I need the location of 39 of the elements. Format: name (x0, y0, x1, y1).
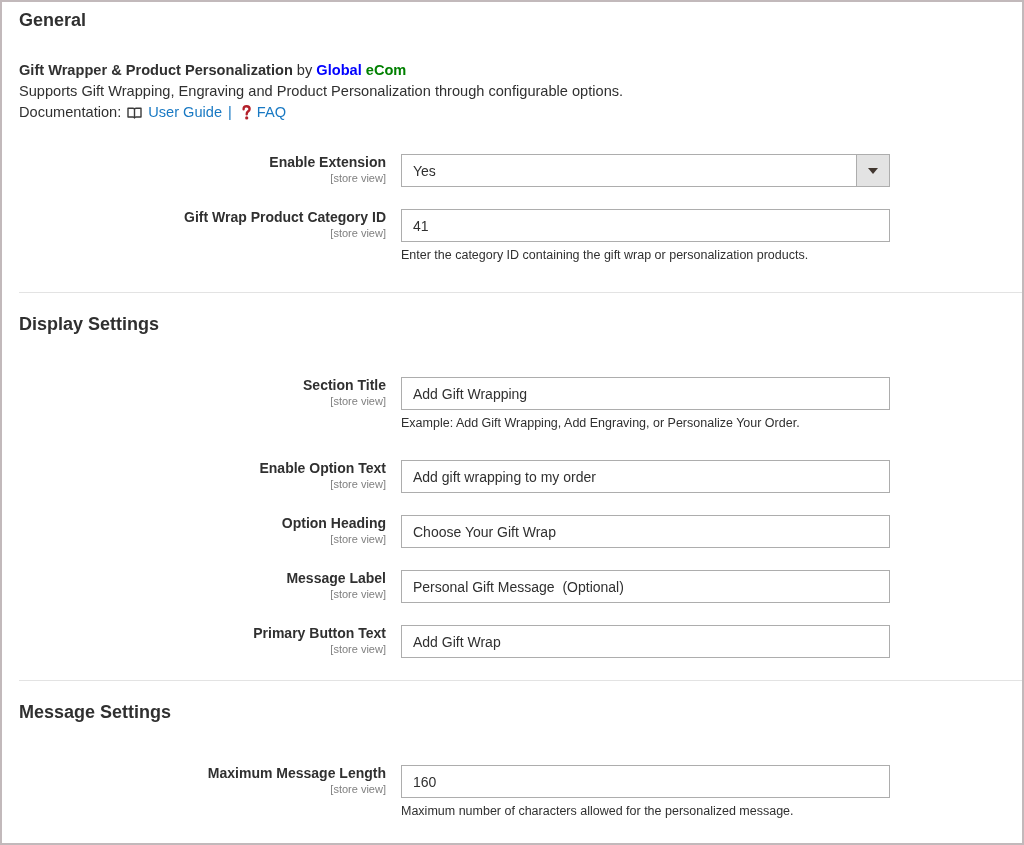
text-input[interactable]: 160 (401, 765, 890, 798)
text-input[interactable]: Add gift wrapping to my order (401, 460, 890, 493)
text-input[interactable]: 41 (401, 209, 890, 242)
extension-credit: Gift Wrapper & Product Personalization by Global eCom (19, 61, 407, 80)
field-label: Maximum Message Length (207, 765, 386, 782)
text-input[interactable]: Choose Your Gift Wrap (401, 515, 890, 548)
extension-description: Supports Gift Wrapping, Engraving and Product Personalization through configurable options. (19, 82, 624, 101)
help-text: Maximum number of characters allowed for the personalized message. (401, 804, 794, 818)
help-text: Example: Add Gift Wrapping, Add Engraving, or Personalize Your Order. (401, 416, 800, 430)
field-label: Gift Wrap Product Category ID (184, 209, 386, 226)
scope-label: [store view] (330, 643, 386, 656)
text-input[interactable]: Add Gift Wrap (401, 625, 890, 658)
documentation-label: Documentation: (19, 103, 122, 122)
scope-label: [store view] (330, 478, 386, 491)
scope-label: [store view] (330, 227, 386, 240)
field-label: Option Heading (281, 515, 386, 532)
help-text: Enter the category ID containing the gift wrap or personalization products. (401, 248, 809, 262)
field-label: Primary Button Text (253, 625, 386, 642)
scope-label: [store view] (330, 588, 386, 601)
section-heading: General (19, 9, 87, 32)
dropdown[interactable]: Yes (401, 154, 890, 187)
field-label: Enable Extension (269, 154, 386, 171)
book-icon (127, 106, 143, 119)
section-heading: Display Settings (19, 313, 160, 336)
user-guide-link[interactable]: User Guide (148, 102, 223, 123)
faq-link[interactable]: FAQ (256, 102, 287, 123)
separator-text: | (228, 103, 232, 122)
scope-label: [store view] (330, 172, 386, 185)
scope-label: [store view] (330, 533, 386, 546)
caret-icon (856, 155, 889, 186)
question-mark-icon (241, 105, 251, 120)
scope-label: [store view] (330, 783, 386, 796)
section-heading: Message Settings (19, 701, 172, 724)
field-label: Message Label (286, 570, 386, 587)
scope-label: [store view] (330, 395, 386, 408)
field-label: Enable Option Text (259, 460, 386, 477)
text-input[interactable]: Personal Gift Message (Optional) (401, 570, 890, 603)
text-input[interactable]: Add Gift Wrapping (401, 377, 890, 410)
field-label: Section Title (303, 377, 386, 394)
